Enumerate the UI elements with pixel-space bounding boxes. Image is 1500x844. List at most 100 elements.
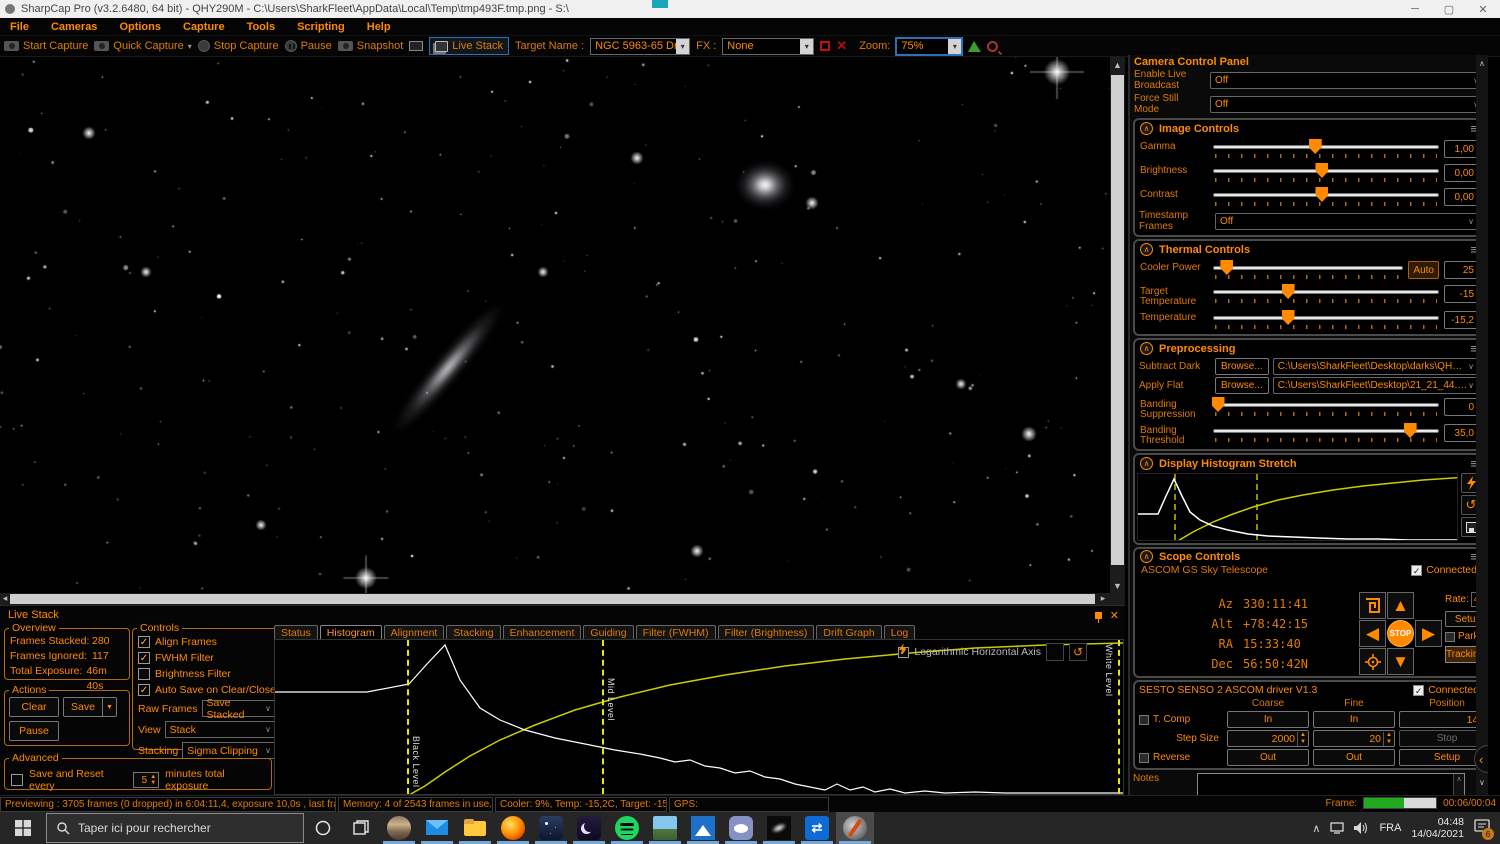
cooler-power-slider[interactable] <box>1213 259 1404 281</box>
clock[interactable]: 04:48 14/04/2021 <box>1411 816 1464 840</box>
tab-filter-fwhm[interactable]: Filter (FWHM) <box>635 625 716 640</box>
save-reset-minutes-spinner[interactable]: 5 ▲ ▼ <box>132 772 160 788</box>
live-stack-button[interactable]: Live Stack <box>429 37 510 55</box>
close-icon[interactable]: ✕ <box>1110 609 1119 622</box>
taskbar-icon-file-explorer[interactable] <box>456 812 494 844</box>
screen-share-icon[interactable] <box>409 41 424 51</box>
vertical-scroll-thumb[interactable] <box>1111 75 1124 565</box>
gamma-value[interactable]: 1,00 <box>1444 140 1478 158</box>
scroll-up-icon[interactable]: ∧ <box>1479 59 1485 68</box>
taskbar-icon-teamviewer[interactable]: ⇄ <box>798 812 836 844</box>
menu-options[interactable]: Options <box>119 21 161 33</box>
subtract-dark-browse-button[interactable]: Browse... <box>1215 358 1269 375</box>
taskbar-icon-discord[interactable] <box>722 812 760 844</box>
subtract-dark-path-select[interactable]: C:\Users\SharkFleet\Desktop\darks\QHY290… <box>1272 358 1479 375</box>
close-button[interactable]: ✕ <box>1466 0 1500 18</box>
contrast-slider[interactable] <box>1213 186 1439 208</box>
goto-target-button[interactable] <box>1359 648 1386 675</box>
auto-stretch-icon[interactable] <box>899 643 1064 661</box>
clear-button[interactable]: Clear <box>9 697 59 717</box>
stack-histogram-plot[interactable]: Black Level Mid Level White Level ✓ Loga… <box>274 639 1124 795</box>
taskbar-icon-firefox[interactable] <box>494 812 532 844</box>
live-view-image[interactable] <box>0 57 1110 593</box>
coarse-out-button[interactable]: Out <box>1227 749 1309 766</box>
start-capture-button[interactable]: Start Capture <box>4 40 88 52</box>
tab-histogram[interactable]: Histogram <box>319 625 382 640</box>
fine-in-button[interactable]: In <box>1313 711 1395 728</box>
save-button[interactable]: Save <box>63 697 103 717</box>
language-indicator[interactable]: FRA <box>1379 822 1401 834</box>
scroll-right-icon[interactable]: ▸ <box>1098 591 1108 606</box>
minimize-button[interactable]: ─ <box>1398 0 1432 18</box>
tab-alignment[interactable]: Alignment <box>383 625 445 640</box>
menu-help[interactable]: Help <box>367 21 391 33</box>
collapse-icon[interactable]: ∧ <box>1140 550 1153 563</box>
scroll-left-icon[interactable]: ◂ <box>0 591 10 606</box>
maximize-button[interactable]: ▢ <box>1432 0 1466 18</box>
gamma-slider[interactable] <box>1213 138 1439 160</box>
black-level-line[interactable] <box>407 640 409 794</box>
taskbar-icon-sharpcap[interactable] <box>836 812 874 844</box>
white-level-line[interactable] <box>1118 640 1120 794</box>
focuser-stop-button[interactable]: Stop <box>1399 730 1488 747</box>
spiral-search-button[interactable] <box>1359 592 1386 619</box>
fx-select[interactable]: None ▾ <box>722 37 815 55</box>
taskbar-icon-mail[interactable] <box>418 812 456 844</box>
notes-scrollbar[interactable]: ∧∨ <box>1453 774 1464 795</box>
scroll-up-icon[interactable]: ▲ <box>1110 57 1125 72</box>
reset-stretch-icon[interactable]: ↺ <box>1069 643 1087 661</box>
tab-status[interactable]: Status <box>274 625 318 640</box>
panel-scrollbar[interactable]: ∧ ∨ <box>1476 55 1488 795</box>
mid-level-line[interactable] <box>602 640 604 794</box>
t-comp-checkbox[interactable] <box>1139 714 1149 725</box>
cooler-auto-button[interactable]: Auto <box>1408 261 1439 279</box>
slew-stop-button[interactable]: STOP <box>1387 620 1414 647</box>
taskbar-icon-planetarium[interactable] <box>380 812 418 844</box>
clear-selection-icon[interactable]: ✕ <box>836 38 847 54</box>
contrast-value[interactable]: 0,00 <box>1444 188 1478 206</box>
image-histogram-icon[interactable] <box>968 40 982 52</box>
banding-threshold-slider[interactable] <box>1213 422 1439 444</box>
target-name-select[interactable]: NGC 5963-65 Dra ▾ <box>590 37 691 55</box>
collapse-icon[interactable]: ∧ <box>1140 457 1153 470</box>
pin-icon[interactable] <box>1094 612 1102 623</box>
taskbar-icon-spotify[interactable] <box>608 812 646 844</box>
pause-button[interactable]: Pause <box>284 40 332 52</box>
tray-chevron-icon[interactable]: ∧ <box>1312 822 1320 835</box>
save-dropdown-icon[interactable]: ▼ <box>103 697 117 717</box>
stop-capture-button[interactable]: Stop Capture <box>197 40 279 52</box>
tab-stacking[interactable]: Stacking <box>446 625 501 640</box>
menu-capture[interactable]: Capture <box>183 21 225 33</box>
brightness-value[interactable]: 0,00 <box>1444 164 1478 182</box>
notes-textarea[interactable]: ∧∨ <box>1197 773 1465 795</box>
scroll-down-icon[interactable]: ▼ <box>1110 578 1125 593</box>
brightness-slider[interactable] <box>1213 162 1439 184</box>
magnifier-icon[interactable] <box>987 40 999 52</box>
menu-tools[interactable]: Tools <box>247 21 276 33</box>
taskbar-icon-photo-viewer[interactable] <box>646 812 684 844</box>
pause-stack-button[interactable]: Pause <box>9 721 59 741</box>
apply-flat-browse-button[interactable]: Browse... <box>1215 377 1269 394</box>
banding-suppression-slider[interactable] <box>1211 396 1439 418</box>
start-button[interactable] <box>0 812 46 844</box>
fwhm-filter-checkbox[interactable]: ✓ <box>138 652 150 664</box>
force-still-mode-select[interactable]: Off∨ <box>1210 95 1484 113</box>
notification-center-button[interactable]: 6 <box>1474 819 1494 840</box>
apply-flat-path-select[interactable]: C:\Users\SharkFleet\Desktop\21_21_44.fit… <box>1272 377 1479 394</box>
zoom-select[interactable]: 75% ▾ <box>895 36 964 56</box>
view-select[interactable]: Stack ∨ <box>164 721 276 738</box>
menu-scripting[interactable]: Scripting <box>297 21 345 33</box>
banding-suppression-value[interactable]: 0 <box>1444 398 1478 416</box>
slew-up-button[interactable]: ▲ <box>1387 592 1414 619</box>
align-frames-checkbox[interactable]: ✓ <box>138 636 150 648</box>
timestamp-frames-select[interactable]: Off ∨ <box>1215 212 1479 230</box>
target-temperature-slider[interactable] <box>1213 283 1439 305</box>
coarse-step-spinner[interactable]: 2000 ▲ ▼ <box>1227 730 1309 747</box>
scroll-down-icon[interactable]: ∨ <box>1479 778 1485 787</box>
focuser-connected-checkbox[interactable]: ✓ <box>1413 684 1425 696</box>
target-temperature-value[interactable]: -15 <box>1444 285 1478 303</box>
collapse-icon[interactable]: ∧ <box>1140 122 1153 135</box>
brightness-filter-checkbox[interactable] <box>138 668 150 680</box>
quick-capture-button[interactable]: Quick Capture ▾ <box>94 40 192 52</box>
cooler-power-value[interactable]: 25 <box>1444 261 1478 279</box>
